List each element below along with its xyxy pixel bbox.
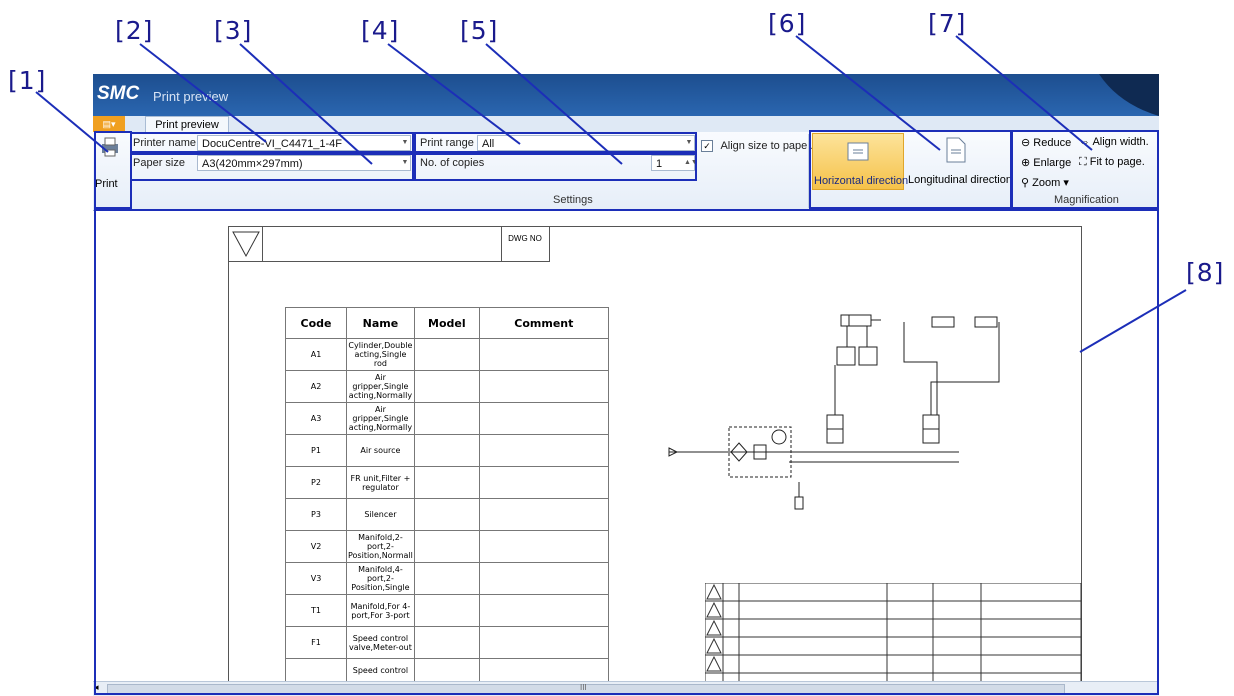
callout-leader-lines <box>35 35 1187 353</box>
